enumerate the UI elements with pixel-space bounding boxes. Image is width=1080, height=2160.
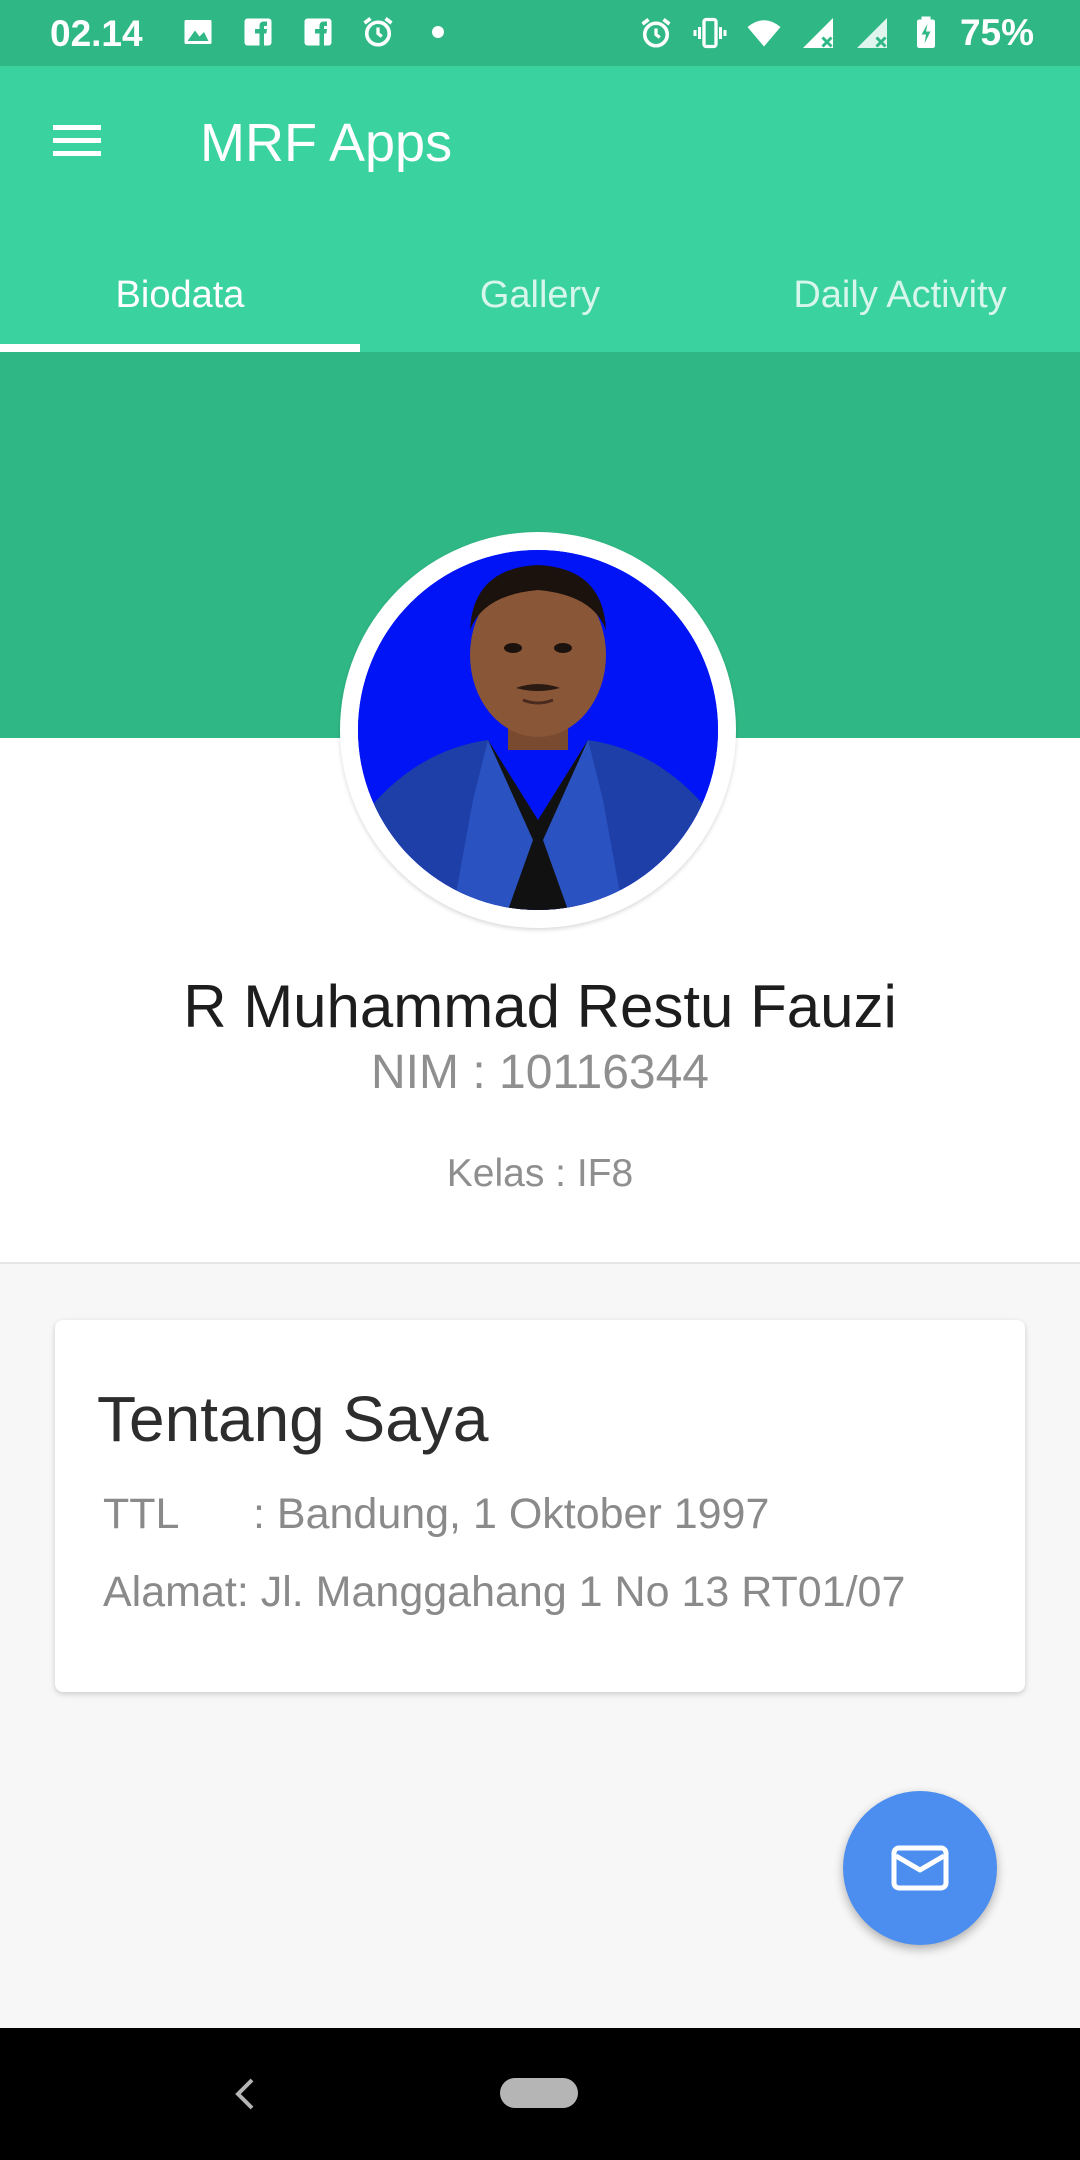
ttl-label: TTL	[103, 1490, 180, 1538]
alarm-icon	[636, 13, 676, 53]
app-title: MRF Apps	[200, 113, 453, 173]
email-fab-button[interactable]	[843, 1791, 997, 1945]
profile-photo	[358, 550, 718, 910]
email-icon	[891, 1845, 949, 1891]
battery-charging-icon	[906, 13, 946, 53]
ttl-value: : Bandung, 1 Oktober 1997	[253, 1490, 770, 1538]
alarm-icon	[358, 12, 398, 52]
system-icons: 75%	[636, 12, 1034, 54]
notification-icons	[178, 12, 458, 52]
signal-icon	[852, 13, 892, 53]
alamat-value: : Jl. Manggahang 1 No 13 RT01/07	[236, 1568, 906, 1616]
alamat-label: Alamat	[103, 1568, 237, 1616]
back-chevron-icon	[235, 2078, 254, 2110]
hamburger-menu-button[interactable]	[40, 110, 114, 172]
tab-biodata[interactable]: Biodata	[0, 246, 360, 352]
home-pill-icon[interactable]	[500, 2078, 578, 2108]
image-icon	[178, 12, 218, 52]
tab-daily-activity[interactable]: Daily Activity	[720, 246, 1080, 352]
facebook-icon	[238, 12, 278, 52]
back-button[interactable]	[220, 2064, 270, 2124]
avatar	[340, 532, 736, 928]
app-bar: MRF Apps Biodata Gallery Daily Activity	[0, 66, 1080, 352]
profile-name: R Muhammad Restu Fauzi	[183, 973, 897, 1040]
vibrate-icon	[690, 13, 730, 53]
profile-kelas: Kelas : IF8	[446, 1152, 634, 1195]
alamat-row: Alamat: Jl. Manggahang 1 No 13 RT01/07	[103, 1568, 905, 1617]
battery-percent: 75%	[959, 12, 1034, 53]
tab-bar: Biodata Gallery Daily Activity	[0, 246, 1080, 352]
hamburger-menu-icon	[53, 125, 101, 156]
signal-icon	[798, 13, 838, 53]
wifi-icon	[744, 13, 784, 53]
ttl-row: TTL : Bandung, 1 Oktober 1997	[103, 1490, 769, 1539]
about-card: Tentang Saya TTL : Bandung, 1 Oktober 199…	[55, 1320, 1025, 1692]
profile-nim: NIM : 10116344	[371, 1046, 709, 1099]
dot-icon	[418, 12, 458, 52]
status-time: 02.14	[50, 13, 143, 54]
status-bar: 02.14 75%	[0, 0, 1080, 66]
card-title: Tentang Saya	[97, 1383, 489, 1455]
tab-gallery[interactable]: Gallery	[360, 246, 720, 352]
facebook-icon	[298, 12, 338, 52]
system-nav-bar	[0, 2028, 1080, 2160]
